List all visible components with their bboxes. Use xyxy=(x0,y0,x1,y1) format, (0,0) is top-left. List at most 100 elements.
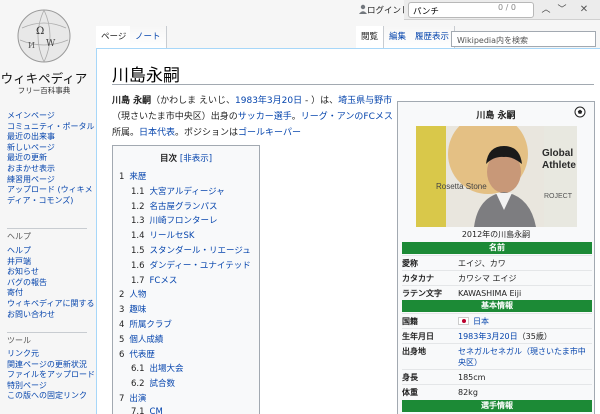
sidebar-item-sandbox[interactable]: 練習用ページ xyxy=(7,175,95,186)
find-close-icon[interactable]: ✕ xyxy=(576,2,592,18)
find-bar: パンチ 0 / 0 ︿ ﹀ ✕ xyxy=(404,0,600,20)
search-input[interactable]: Wikipedia内を検索 xyxy=(451,31,596,47)
toc-number: 2 xyxy=(119,290,125,301)
toc-label: 試合数 xyxy=(149,379,176,390)
tab-talk[interactable]: ノート xyxy=(130,26,167,48)
position-link[interactable]: ゴールキーパー xyxy=(238,128,301,138)
sidebar-heading-help[interactable]: ヘルプ xyxy=(7,231,31,242)
toc-number: 6.2 xyxy=(131,379,145,390)
browser-page: Ω W И ウィキペディア フリー百科事典 メインページ コミュニティ・ポータル… xyxy=(0,0,600,414)
infobox: 川島 永嗣 Global Athlete Rosetta Stone ROJEC… xyxy=(397,101,595,414)
sidebar-item-community[interactable]: コミュニティ・ポータル xyxy=(7,122,95,133)
wikipedia-logo[interactable]: Ω W И ウィキペディア フリー百科事典 xyxy=(0,0,95,100)
footballer-link[interactable]: サッカー選手 xyxy=(238,112,292,122)
globe-icon: Ω W И xyxy=(17,9,71,63)
age-text: （35歳） xyxy=(517,332,552,341)
find-match-count: 0 / 0 xyxy=(498,3,516,12)
birthplace-value-link[interactable]: セネガルセネガル xyxy=(458,347,522,356)
row-value: 82kg xyxy=(458,388,478,397)
photo-text: Athlete xyxy=(542,160,576,171)
toc-number: 1.3 xyxy=(131,216,145,227)
sidebar-item-what-links-here[interactable]: リンク元 xyxy=(7,349,95,360)
sidebar-item-main-page[interactable]: メインページ xyxy=(7,111,95,122)
toc-item[interactable]: 7.1 CM xyxy=(131,407,163,414)
toc-item[interactable]: 1.1 大宮アルディージャ xyxy=(131,185,225,197)
sidebar-item-related-changes[interactable]: 関連ページの更新状況 xyxy=(7,360,95,371)
toc-number: 1.4 xyxy=(131,231,145,242)
infobox-row-height: 身長 185cm xyxy=(402,369,592,384)
club-link[interactable]: リーグ・アンのFCメス xyxy=(301,112,393,122)
row-value: セネガルセネガル（現さいたま市中央区） xyxy=(458,346,592,368)
lead-text: 。ポジションは xyxy=(175,128,239,138)
toc-item[interactable]: 1 来歴 xyxy=(119,170,146,182)
sidebar-heading-tools[interactable]: ツール xyxy=(7,335,31,346)
infobox-row-nickname: 愛称 エイジ、カワ xyxy=(402,255,592,270)
lead-text: 出身の xyxy=(210,112,238,122)
toc-item[interactable]: 6.2 試合数 xyxy=(131,377,175,389)
toc-number: 1.2 xyxy=(131,201,145,212)
sidebar-item-new-pages[interactable]: 新しいページ xyxy=(7,143,95,154)
sidebar-divider xyxy=(7,228,87,229)
toc-label: 個人成績 xyxy=(129,334,164,345)
lead-name: 川島 永嗣 xyxy=(112,96,152,106)
find-next-button[interactable]: ﹀ xyxy=(554,2,570,18)
nationality-link[interactable]: 日本 xyxy=(473,317,489,326)
toc-item[interactable]: 1.2 名古屋グランパス xyxy=(131,200,218,212)
row-value: 1983年3月20日（35歳） xyxy=(458,331,592,342)
toc-item[interactable]: 1.3 川崎フロンターレ xyxy=(131,214,218,226)
tab-history[interactable]: 履歴表示 xyxy=(410,26,456,48)
row-key: 体重 xyxy=(402,388,418,397)
toc-item[interactable]: 2 人物 xyxy=(119,288,146,300)
login-link[interactable]: ログインし xyxy=(367,4,407,16)
tab-read[interactable]: 閲覧 xyxy=(356,26,385,48)
sidebar-item-upload-file[interactable]: ファイルをアップロード xyxy=(7,370,95,381)
infobox-row-latin: ラテン文字 KAWASHIMA Eiji xyxy=(402,285,592,300)
toc-item[interactable]: 1.6 ダンディー・ユナイテッド xyxy=(131,259,251,271)
find-previous-button[interactable]: ︿ xyxy=(538,2,554,18)
toc-label: 趣味 xyxy=(129,305,147,316)
toc-item[interactable]: 7 出演 xyxy=(119,392,146,404)
toc-item[interactable]: 6 代表歴 xyxy=(119,348,155,360)
section-header-name: 名前 xyxy=(402,242,592,254)
toc-label: ダンディー・ユナイテッド xyxy=(149,260,251,271)
toc-label: 来歴 xyxy=(129,172,147,182)
birthdate-link[interactable]: 1983年3月20日 xyxy=(235,96,302,106)
toc-item[interactable]: 6.1 出場大会 xyxy=(131,362,184,374)
toc-item[interactable]: 1.5 スタンダール・リエージュ xyxy=(131,244,251,256)
birthplace-link[interactable]: 埼玉県与野市 xyxy=(338,96,392,106)
sidebar-item-contact[interactable]: ウィキペディアに関するお問い合わせ xyxy=(7,299,95,320)
toc-number: 7 xyxy=(119,394,125,404)
toc-number: 1.7 xyxy=(131,275,145,286)
photo-caption: 2012年の川島永嗣 xyxy=(461,230,531,239)
toc-label: 出場大会 xyxy=(149,364,184,375)
sidebar-item-help[interactable]: ヘルプ xyxy=(7,246,95,257)
infobox-row-weight: 体重 82kg xyxy=(402,384,592,399)
photo-text: ROJECT xyxy=(544,193,573,200)
national-team-link[interactable]: 日本代表 xyxy=(139,128,175,138)
toc-item[interactable]: 1.7 FCメス xyxy=(131,274,177,286)
toc-item[interactable]: 1.4 リールセSK xyxy=(131,229,195,241)
sidebar-item-upload-commons[interactable]: アップロード (ウィキメディア・コモンズ) xyxy=(7,185,95,206)
toc-item[interactable]: 4 所属クラブ xyxy=(119,318,172,330)
sidebar-item-special-pages[interactable]: 特別ページ xyxy=(7,381,95,392)
tab-article[interactable]: ページ xyxy=(96,26,133,48)
toc-number: 1.5 xyxy=(131,246,145,256)
sidebar-item-recent-changes[interactable]: 最近の更新 xyxy=(7,153,95,164)
sidebar-item-current-events[interactable]: 最近の出来事 xyxy=(7,132,95,143)
tab-edit[interactable]: 編集 xyxy=(384,26,413,48)
toc-toggle[interactable]: [非表示] xyxy=(180,154,212,164)
sidebar-item-donate[interactable]: 寄付 xyxy=(7,288,95,299)
row-value: 185cm xyxy=(458,373,486,382)
sidebar-item-bug-report[interactable]: バグの報告 xyxy=(7,278,95,289)
sidebar-item-village-pump[interactable]: 井戸端 xyxy=(7,257,95,268)
birthdate-value-link[interactable]: 1983年3月20日 xyxy=(458,332,518,341)
toc-label: 所属クラブ xyxy=(129,320,172,330)
row-key: 生年月日 xyxy=(402,332,434,341)
sidebar-item-random[interactable]: おまかせ表示 xyxy=(7,164,95,175)
sidebar-item-notices[interactable]: お知らせ xyxy=(7,267,95,278)
toc-item[interactable]: 3 趣味 xyxy=(119,303,146,315)
toc-label: 代表歴 xyxy=(129,349,155,360)
toc-item[interactable]: 5 個人成績 xyxy=(119,333,163,345)
sidebar-item-permanent-link[interactable]: この版への固定リンク xyxy=(7,391,95,402)
player-photo[interactable]: Global Athlete Rosetta Stone ROJECT xyxy=(416,126,577,227)
